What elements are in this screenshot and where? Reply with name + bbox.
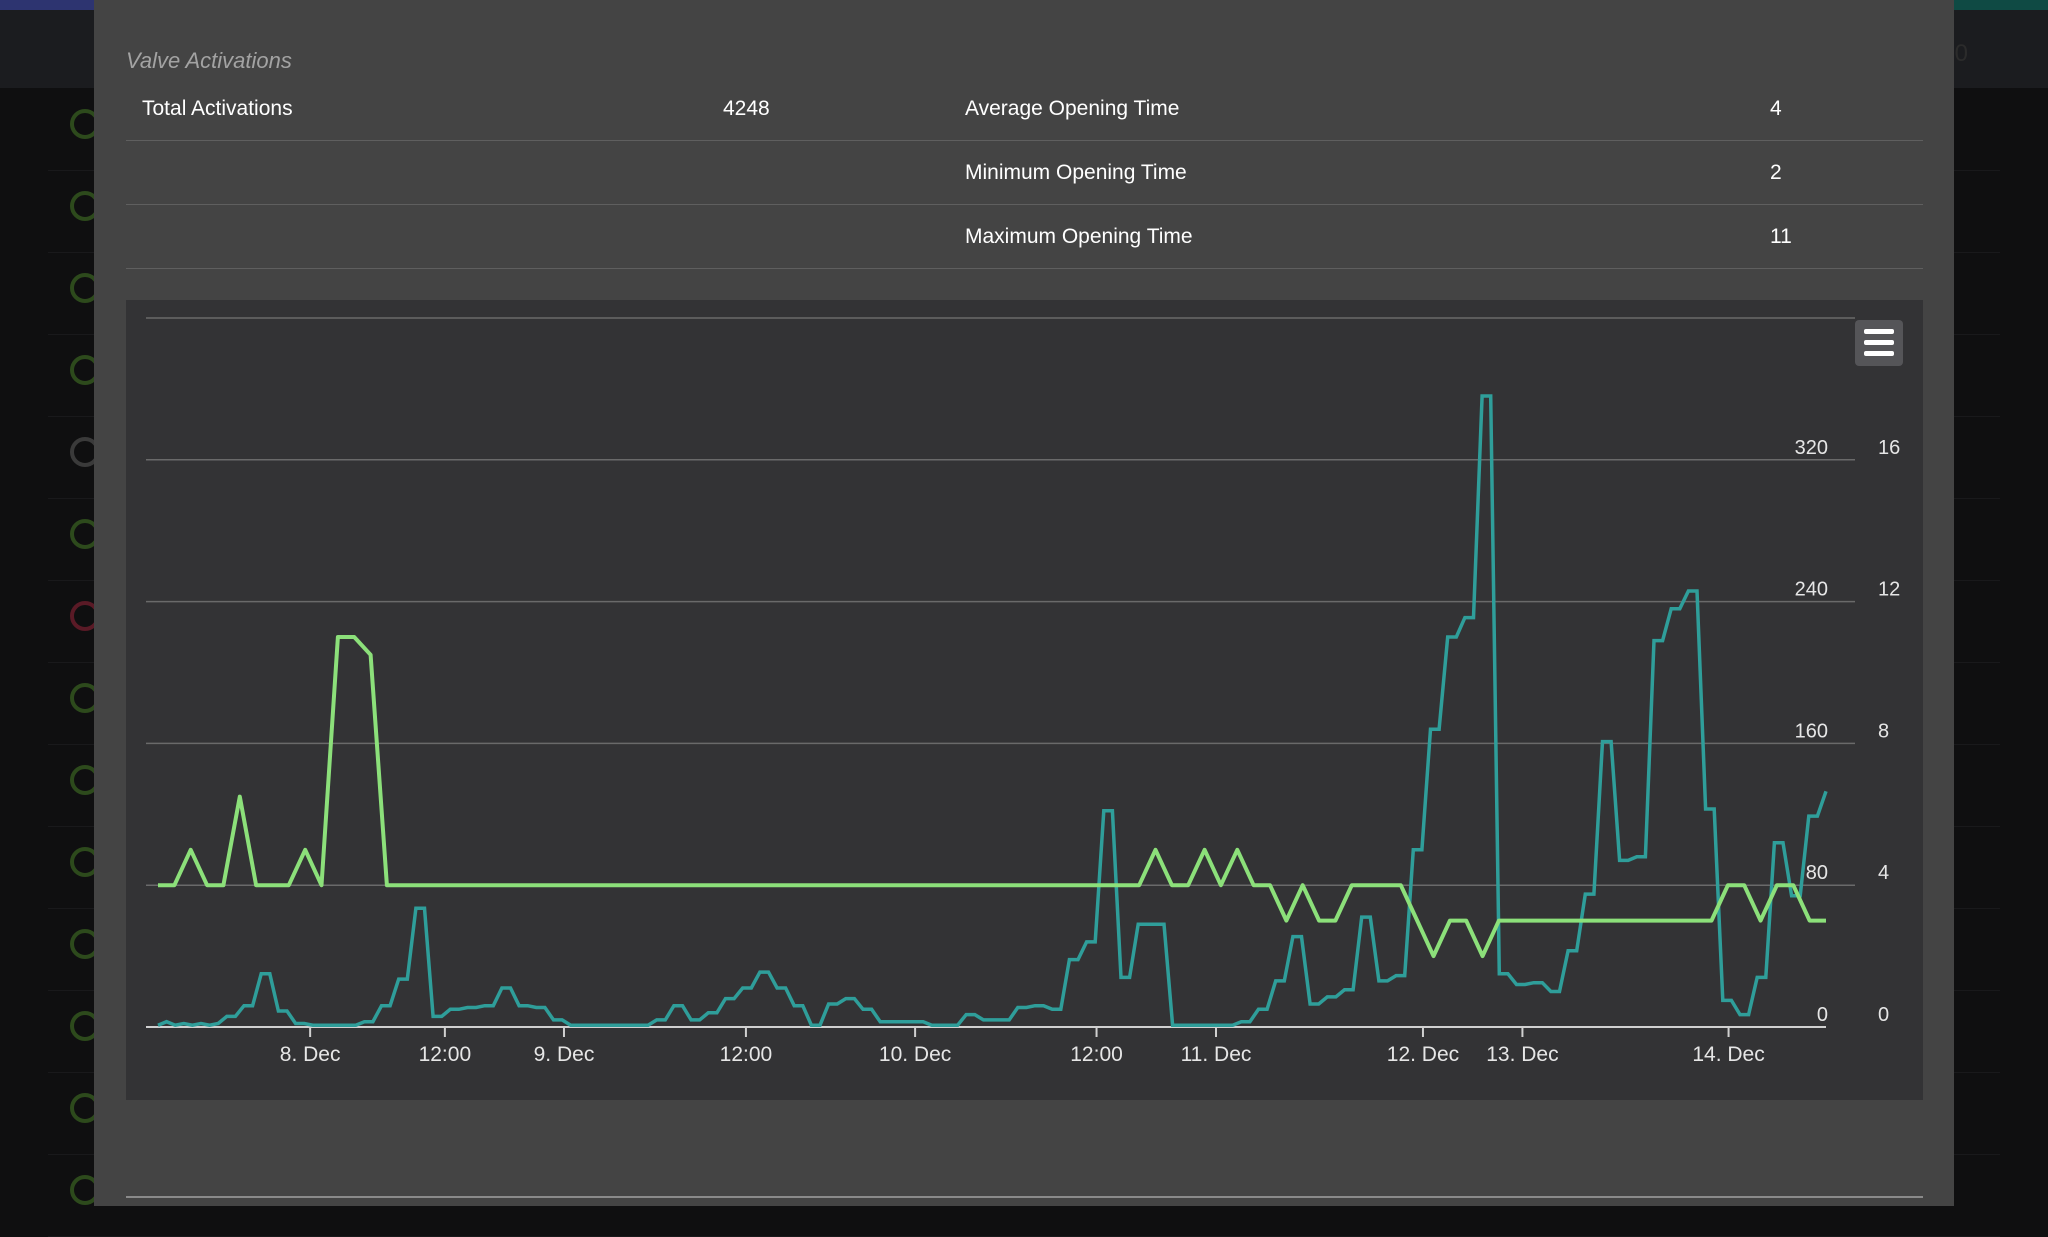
y-axis-left-tick-label: 160 <box>1795 720 1828 742</box>
menu-bar <box>1864 351 1894 356</box>
y-axis-right-tick-label: 4 <box>1878 862 1889 884</box>
x-axis-tick-label: 12:00 <box>720 1043 773 1066</box>
y-axis-left-tick-label: 240 <box>1795 579 1828 601</box>
background-accent-left <box>0 0 95 10</box>
x-axis-tick-label: 9. Dec <box>534 1043 595 1066</box>
y-axis-left-tick-label: 320 <box>1795 437 1828 459</box>
background-number: 0 <box>1954 40 1968 67</box>
stat-value: 4248 <box>723 97 770 120</box>
x-axis-tick-label: 10. Dec <box>879 1043 951 1066</box>
x-axis-tick-label: 11. Dec <box>1181 1043 1252 1066</box>
x-axis-tick-label: 13. Dec <box>1486 1043 1558 1066</box>
x-axis-tick-label: 14. Dec <box>1692 1043 1764 1066</box>
stat-label: Maximum Opening Time <box>965 225 1193 248</box>
stats-row: Minimum Opening Time 2 <box>126 141 1923 205</box>
stats-row: Total Activations 4248 Average Opening T… <box>126 77 1923 141</box>
x-axis-tick-label: 8. Dec <box>280 1043 341 1066</box>
stats-row: Maximum Opening Time 11 <box>126 205 1923 269</box>
section-title: Valve Activations <box>126 48 292 73</box>
x-axis-tick-label: 12:00 <box>419 1043 472 1066</box>
menu-bar <box>1864 340 1894 345</box>
x-axis-tick-label: 12:00 <box>1070 1043 1123 1066</box>
footer-divider <box>126 1196 1923 1198</box>
activations-chart: 0 0 80 4 160 8 240 12 320 16 8. Dec 12:00 9. Dec 12:0… <box>126 300 1923 1100</box>
stat-label: Minimum Opening Time <box>965 161 1187 184</box>
stat-value: 4 <box>1770 97 1782 120</box>
y-axis-right-tick-label: 8 <box>1878 720 1889 742</box>
x-axis-tick-label: 12. Dec <box>1387 1043 1459 1066</box>
stat-label: Total Activations <box>142 97 293 120</box>
y-axis-left-tick-label: 0 <box>1817 1004 1828 1026</box>
y-axis-left-tick-label: 80 <box>1806 862 1828 884</box>
y-axis-right-tick-label: 0 <box>1878 1004 1889 1026</box>
stat-value: 2 <box>1770 161 1782 184</box>
opening-time-series-line <box>158 635 1826 959</box>
background-accent-right <box>1953 0 2048 10</box>
stat-value: 11 <box>1770 225 1792 248</box>
chart-canvas: 0 0 80 4 160 8 240 12 320 16 8. Dec 12:00 9. Dec 12:0… <box>146 317 1900 1066</box>
menu-bar <box>1864 329 1894 334</box>
y-axis-right-tick-label: 16 <box>1878 437 1900 459</box>
valve-activations-modal: Valve Activations Total Activations 4248… <box>94 0 1954 1206</box>
activations-series-line <box>157 394 1828 1028</box>
y-axis-right-tick-label: 12 <box>1878 579 1900 601</box>
stat-label: Average Opening Time <box>965 97 1180 120</box>
hamburger-menu-icon[interactable] <box>1855 320 1903 366</box>
